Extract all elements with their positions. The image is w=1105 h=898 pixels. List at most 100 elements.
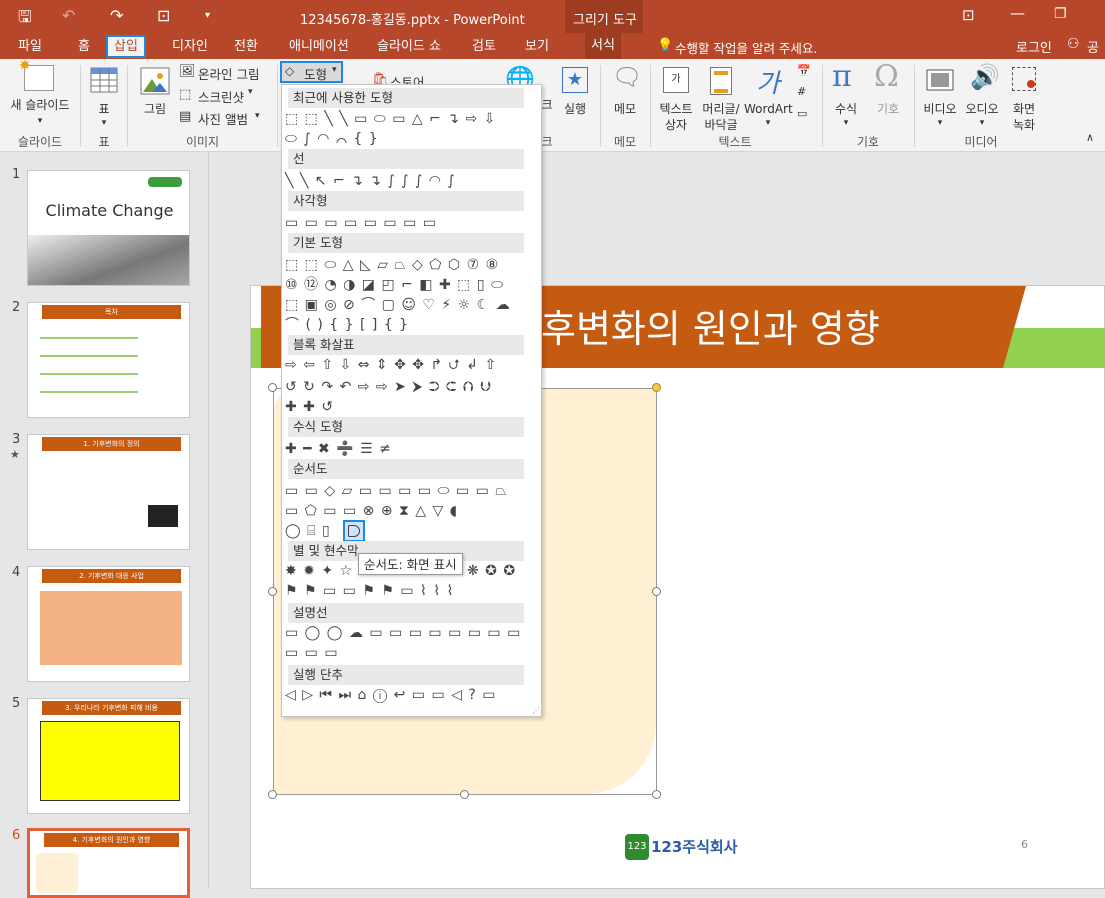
tell-me-input[interactable]: 수행할 작업을 알려 주세요. — [675, 38, 817, 57]
resize-handle[interactable] — [652, 587, 661, 596]
panel-scrollbar[interactable] — [208, 152, 224, 889]
shape-row[interactable]: ▭ ▭ ◇ ▱ ▭ ▭ ▭ ▭ ⬭ ▭ ▭ ⏢ — [285, 481, 507, 501]
redo-icon[interactable]: ↷ — [110, 6, 123, 25]
slide-number-icon[interactable]: # — [797, 85, 806, 98]
screenshot-button[interactable]: 스크린샷 — [198, 87, 244, 106]
collapse-ribbon-icon[interactable]: ∧ — [1086, 131, 1094, 144]
slide-thumb-3[interactable]: 1. 기후변화의 정의 — [27, 434, 190, 550]
ribbon-display-icon[interactable]: ⊡ — [962, 6, 975, 24]
audio-button[interactable]: 🔊 오디오 ▾ — [962, 63, 1002, 131]
user-icon[interactable]: ⚇ — [1067, 36, 1080, 52]
shape-row[interactable]: ▭ ▭ ▭ ▭ ▭ ▭ ▭ ▭ — [285, 213, 437, 233]
slide-thumb-6[interactable]: 4. 기후변화의 원인과 영향 — [27, 828, 190, 898]
equation-button[interactable]: π 수식 ▾ — [826, 59, 866, 131]
textbox-button[interactable]: 가 텍스트 상자 — [655, 63, 697, 132]
resize-grip-icon[interactable]: ⋰ — [532, 706, 540, 715]
omega-icon: Ω — [874, 59, 899, 94]
presentation-icon[interactable]: ⊡ — [157, 6, 170, 25]
shape-row[interactable]: ⇨ ⇦ ⇧ ⇩ ⇔ ⇕ ✥ ✥ ↱ ⮍ ↲ ⇧ — [285, 355, 497, 375]
group-links-label: 크 — [541, 135, 553, 149]
table-button[interactable]: 표 ▾ — [84, 63, 124, 131]
slide-thumb-5[interactable]: 3. 우리나라 기후변화 피해 비용 — [27, 698, 190, 814]
shape-row[interactable]: ◯ ⌸ ▯ — [285, 521, 331, 541]
date-time-icon[interactable]: 📅 — [797, 64, 811, 77]
tab-slideshow[interactable]: 슬라이드 쇼 — [371, 37, 447, 57]
flowchart-display-shape[interactable] — [343, 520, 365, 542]
shape-row[interactable]: ⌒ ( ) { } [ ] { } — [285, 315, 409, 335]
wordart-button[interactable]: 가 WordArt ▾ — [744, 63, 793, 131]
shape-row[interactable]: ❋ ✪ ✪ — [467, 561, 516, 581]
tab-format[interactable]: 서식 — [585, 33, 621, 59]
section-callouts: 설명선 — [288, 603, 524, 623]
lightbulb-icon: 💡 — [657, 38, 674, 53]
resize-handle[interactable] — [268, 383, 277, 392]
tab-file[interactable]: 파일 — [12, 37, 48, 57]
shape-row[interactable]: ╲ ╲ ↖ ⌐ ↴ ↴ ∫ ∫ ∫ ◠ ∫ — [285, 171, 456, 191]
tab-transitions[interactable]: 전환 — [228, 37, 264, 57]
online-picture-button[interactable]: 온라인 그림 — [198, 64, 259, 83]
shape-row[interactable]: ✸ ✹ ✦ ☆ — [285, 561, 353, 581]
adjust-handle[interactable] — [652, 383, 661, 392]
tab-animations[interactable]: 애니메이션 — [283, 37, 355, 57]
header-footer-button[interactable]: 머리글/ 바닥글 — [698, 63, 744, 132]
restore-icon[interactable]: ❐ — [1054, 6, 1067, 22]
toc-line — [40, 367, 138, 375]
undo-icon[interactable]: ↶ — [62, 6, 75, 25]
shape-row[interactable]: ⬚ ▣ ◎ ⊘ ⌒ ▢ ☺ ♡ ⚡ ☼ ☾ ☁ — [285, 295, 511, 315]
shapes-icon: ◇ — [285, 64, 295, 78]
toc-line — [40, 385, 138, 393]
shape-row[interactable]: ⬭ ∫ ◠ ⌒ { } — [285, 129, 379, 149]
screenshot-dropdown-icon[interactable]: ▾ — [248, 87, 253, 97]
new-slide-button[interactable]: ✸ 새 슬라이드 ▾ — [8, 58, 72, 131]
tab-design[interactable]: 디자인 — [166, 37, 214, 57]
shape-row[interactable]: ↺ ↻ ↷ ↶ ⇨ ⇨ ➤ ⮞ ⮊ ⮈ ⮉ ⮋ — [285, 377, 492, 397]
screen-recording-button[interactable]: 화면 녹화 — [1004, 63, 1044, 132]
resize-handle[interactable] — [268, 587, 277, 596]
shape-row[interactable]: ⑩ ⑫ ◔ ◑ ◪ ◰ ⌐ ◧ ✚ ⬚ ▯ ⬭ — [285, 275, 504, 295]
thumb-title: 1. 기후변화의 정의 — [42, 437, 181, 451]
comment-button[interactable]: 🗨 메모 — [606, 63, 644, 131]
slide-title[interactable]: 후변화의 원인과 영향 — [541, 298, 880, 353]
slide-thumb-2[interactable]: 목차 — [27, 302, 190, 418]
video-button[interactable]: 비디오 ▾ — [918, 63, 962, 131]
resize-handle[interactable] — [268, 790, 277, 799]
shape-row[interactable]: ▭ ⬠ ▭ ▭ ⊗ ⊕ ⧗ △ ▽ ◖ — [285, 501, 458, 521]
action-button[interactable]: ★ 실행 — [558, 63, 592, 131]
thumb-number: 5 — [12, 696, 21, 711]
shape-row[interactable]: ▭ ◯ ◯ ☁ ▭ ▭ ▭ ▭ ▭ ▭ ▭ ▭ — [285, 623, 521, 643]
shape-row[interactable]: ⬚ ⬚ ╲ ╲ ▭ ⬭ ▭ △ ⌐ ↴ ⇨ ⇩ — [285, 109, 496, 129]
shape-row[interactable]: ⚑ ⚑ ▭ ▭ ⚑ ⚑ ▭ ⌇ ⌇ ⌇ — [285, 581, 454, 601]
resize-handle[interactable] — [652, 790, 661, 799]
shape-row[interactable]: ▭ ▭ ▭ — [285, 643, 339, 663]
tab-review[interactable]: 검토 — [466, 37, 502, 57]
tab-view[interactable]: 보기 — [519, 37, 555, 57]
resize-handle[interactable] — [460, 790, 469, 799]
shape-row[interactable]: ✚ ━ ✖ ➗ ☰ ≠ — [285, 439, 392, 459]
photo-album-button[interactable]: 사진 앨범 — [198, 109, 248, 128]
tab-insert[interactable]: 삽입 — [106, 35, 146, 58]
group-slides-label: 슬라이드 — [17, 135, 63, 149]
photo-album-dropdown-icon[interactable]: ▾ — [255, 111, 260, 121]
picture-button[interactable]: 그림 — [135, 63, 175, 131]
textbox-label-1: 텍스트 — [659, 102, 693, 116]
save-icon[interactable]: 🖫 — [18, 6, 32, 33]
minimize-icon[interactable]: — — [1010, 4, 1025, 22]
table-dropdown-icon: ▾ — [101, 118, 107, 128]
login-link[interactable]: 로그인 — [1016, 37, 1052, 56]
textbox-label-2: 상자 — [664, 118, 688, 132]
wordart-dropdown-icon: ▾ — [765, 118, 771, 128]
shape-row[interactable]: ◁ ▷ ⏮ ⏭ ⌂ ⓘ ↩ ▭ ▭ ◁ ? ▭ — [285, 685, 496, 705]
shape-row[interactable]: ✚ ✚ ↺ — [285, 397, 334, 417]
slide-thumb-1[interactable]: Climate Change — [27, 170, 190, 286]
symbol-button[interactable]: Ω 기호 — [868, 59, 908, 131]
thumb-image — [148, 505, 178, 527]
customize-qat-icon[interactable]: ▾ — [205, 10, 210, 21]
object-icon[interactable]: ▭ — [797, 107, 807, 120]
piano-image — [28, 235, 189, 285]
thumb-number: 3 — [12, 432, 21, 447]
divider — [822, 65, 823, 147]
shape-row[interactable]: ⬚ ⬚ ⬭ △ ◺ ▱ ⏢ ◇ ⬠ ⬡ ⑦ ⑧ — [285, 255, 499, 275]
tab-home[interactable]: 홈 — [72, 37, 96, 57]
slide-thumb-4[interactable]: 2. 기후변화 대응 사업 — [27, 566, 190, 682]
shapes-button[interactable]: ◇ 도형 ▾ — [280, 61, 343, 83]
